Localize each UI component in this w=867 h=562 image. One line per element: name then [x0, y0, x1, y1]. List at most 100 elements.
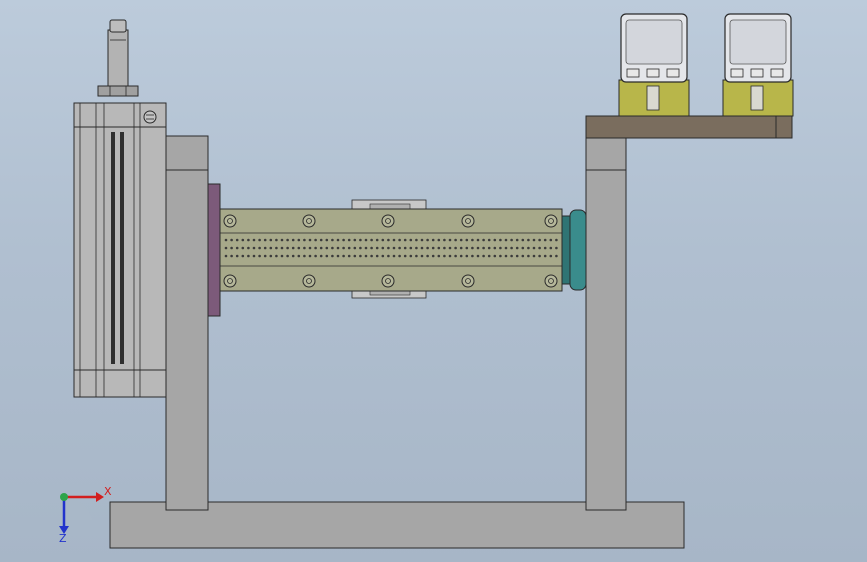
perforation-hole: [297, 246, 301, 250]
cylinder-rod[interactable]: [97, 19, 139, 97]
perforation-hole: [549, 254, 553, 258]
perforation-hole: [443, 246, 446, 250]
plate-screw: [223, 274, 237, 288]
perforation-hole: [381, 238, 385, 242]
perforation-hole: [482, 246, 485, 250]
perforation-hole: [308, 246, 312, 250]
perforation-hole: [471, 238, 474, 242]
plate-screw: [461, 274, 475, 288]
perforation-hole: [409, 238, 413, 242]
perforation-hole: [375, 246, 379, 250]
perforation-hole: [471, 246, 474, 250]
perforation-hole: [493, 246, 497, 250]
perforation-hole: [258, 246, 261, 250]
pressure-sensor-1[interactable]: [618, 13, 690, 117]
perforation-hole: [448, 246, 452, 250]
perforation-hole: [515, 254, 519, 258]
perforation-hole: [527, 254, 530, 258]
perforation-hole: [353, 238, 357, 242]
perforation-hole: [269, 254, 273, 258]
perforation-hole: [280, 254, 284, 258]
perforation-hole: [504, 254, 508, 258]
cad-viewport[interactable]: X Z: [0, 0, 867, 562]
perforation-hole: [398, 246, 401, 250]
perforation-hole: [269, 238, 273, 242]
perforation-hole: [286, 254, 289, 258]
perforation-hole: [538, 238, 541, 242]
perforation-hole: [303, 254, 306, 258]
perforation-hole: [235, 254, 239, 258]
perforation-hole: [252, 246, 256, 250]
perforation-hole: [353, 246, 357, 250]
perforation-hole: [258, 238, 261, 242]
perforation-hole: [555, 246, 558, 250]
perforation-hole: [347, 238, 351, 242]
perforation-hole: [303, 238, 306, 242]
perforation-hole: [510, 254, 513, 258]
perforation-hole: [459, 238, 463, 242]
perforation-hole: [297, 254, 301, 258]
perforation-hole: [375, 238, 379, 242]
perforation-hole: [499, 246, 502, 250]
perforation-hole: [409, 254, 413, 258]
perforation-hole: [538, 246, 541, 250]
perforation-hole: [280, 238, 284, 242]
perforation-hole: [230, 238, 233, 242]
perforation-hole: [415, 254, 418, 258]
left-upright[interactable]: [165, 135, 209, 511]
perforation-hole: [275, 246, 278, 250]
perforation-hole: [521, 238, 525, 242]
perforation-hole: [325, 246, 329, 250]
perforation-hole: [398, 238, 401, 242]
perforation-hole: [431, 254, 435, 258]
perforation-hole: [532, 246, 536, 250]
air-cylinder[interactable]: [73, 102, 167, 398]
perforation-hole: [319, 254, 323, 258]
perforation-hole: [392, 254, 396, 258]
perforation-hole: [487, 254, 491, 258]
left-flange[interactable]: [207, 183, 221, 317]
perforation-hole: [555, 254, 558, 258]
perforation-hole: [403, 254, 407, 258]
perforation-hole: [459, 246, 463, 250]
perforation-hole: [342, 254, 345, 258]
assembly-drawing[interactable]: X Z: [0, 0, 867, 562]
perforation-hole: [258, 254, 261, 258]
perforation-hole: [381, 254, 385, 258]
sensor-bracket[interactable]: [585, 115, 793, 139]
z-axis-label: Z: [59, 532, 67, 545]
perforation-hole: [381, 246, 385, 250]
perforation-hole: [314, 238, 317, 242]
perforation-hole: [527, 246, 530, 250]
perforation-hole: [499, 254, 502, 258]
right-upright[interactable]: [585, 135, 627, 511]
perforation-hole: [336, 254, 340, 258]
perforation-hole: [426, 246, 429, 250]
perforation-hole: [504, 238, 508, 242]
pressure-sensor-2[interactable]: [722, 13, 794, 117]
perforation-hole: [252, 254, 256, 258]
perforation-hole: [454, 246, 457, 250]
perforation-hole: [420, 246, 424, 250]
perforation-hole: [359, 254, 362, 258]
perforation-hole: [403, 246, 407, 250]
perforation-hole: [532, 254, 536, 258]
perforation-hole: [476, 254, 480, 258]
perforation-hole: [465, 246, 469, 250]
perforation-hole: [454, 238, 457, 242]
perforated-plate[interactable]: [219, 208, 563, 292]
plate-screw: [544, 274, 558, 288]
perforation-hole: [286, 238, 289, 242]
perforation-hole: [224, 238, 228, 242]
perforation-hole: [387, 254, 390, 258]
perforation-hole: [431, 246, 435, 250]
perforation-hole: [308, 254, 312, 258]
perforation-hole: [314, 246, 317, 250]
perforation-hole: [549, 246, 553, 250]
perforation-hole: [370, 254, 373, 258]
right-flange[interactable]: [559, 209, 587, 291]
perforation-hole: [342, 246, 345, 250]
perforation-hole: [515, 238, 519, 242]
perforation-hole: [247, 238, 250, 242]
perforation-hole: [325, 254, 329, 258]
